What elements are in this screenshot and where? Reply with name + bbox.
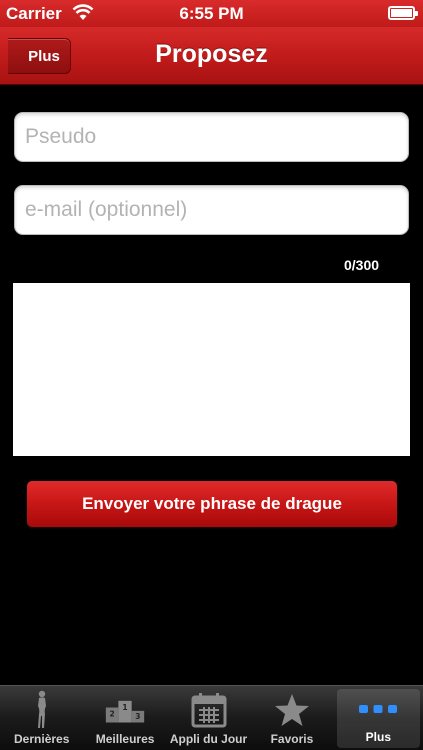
tab-label: Plus <box>365 730 391 744</box>
tab-label: Meilleures <box>95 732 155 746</box>
svg-text:1: 1 <box>123 703 128 712</box>
svg-text:2: 2 <box>110 710 115 719</box>
email-placeholder: e-mail (optionnel) <box>25 198 188 221</box>
tab-appli-du-jour[interactable]: Appli du Jour <box>167 686 250 750</box>
battery-icon <box>388 6 418 20</box>
tab-meilleures[interactable]: 1 2 3 Meilleures <box>83 686 166 750</box>
character-counter: 0/300 <box>344 257 380 273</box>
status-time: 6:55 PM <box>179 4 244 23</box>
tab-label: Favoris <box>270 732 314 746</box>
woman-silhouette-icon <box>22 690 62 730</box>
submit-button-label: Envoyer votre phrase de drague <box>82 494 342 513</box>
tab-favoris[interactable]: Favoris <box>250 686 333 750</box>
tab-plus[interactable]: Plus <box>336 689 421 748</box>
status-bar: Carrier 6:55 PM <box>0 0 423 27</box>
tab-bar: Dernières 1 2 3 Meilleures Appli du Jour… <box>0 685 423 750</box>
tab-label: Dernières <box>14 732 70 746</box>
more-dots-icon <box>358 689 398 728</box>
tab-dernieres[interactable]: Dernières <box>0 686 83 750</box>
calendar-icon <box>189 690 229 730</box>
svg-text:3: 3 <box>135 712 140 721</box>
podium-icon: 1 2 3 <box>105 690 145 730</box>
pseudo-placeholder: Pseudo <box>25 125 97 148</box>
page-title: Proposez <box>155 40 268 68</box>
submit-button[interactable]: Envoyer votre phrase de drague <box>27 481 397 527</box>
navigation-bar: Plus Proposez <box>0 27 423 85</box>
email-input[interactable]: e-mail (optionnel) <box>14 185 409 235</box>
message-textarea[interactable] <box>13 283 410 456</box>
star-icon <box>272 690 312 730</box>
tab-label: Appli du Jour <box>169 732 248 746</box>
pseudo-input[interactable]: Pseudo <box>14 112 409 162</box>
